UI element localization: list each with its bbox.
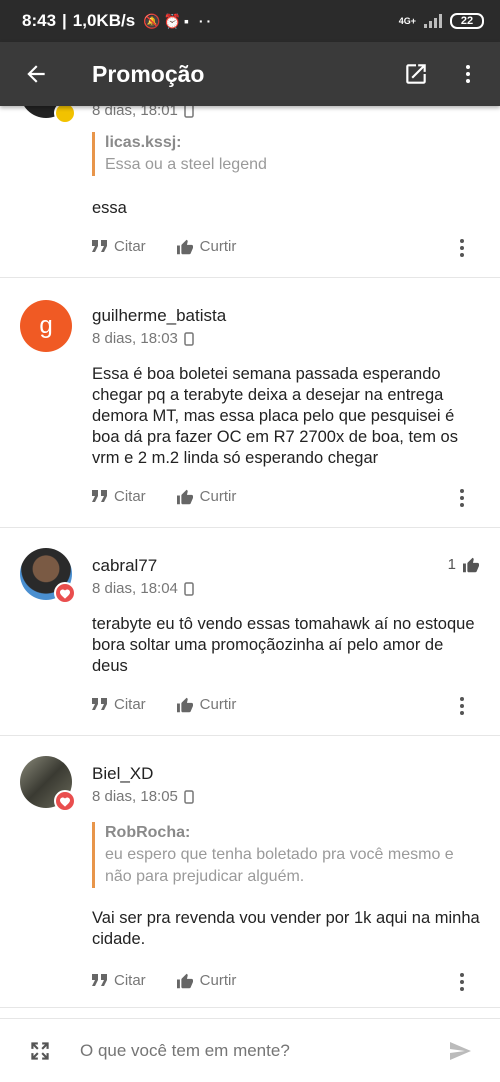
quote-icon [92,973,107,986]
comment-actions: Citar Curtir [92,972,266,989]
arrow-left-icon [27,65,45,83]
signal-label: 4G+ [398,16,416,26]
send-button[interactable] [420,1039,500,1063]
comment-more-button[interactable] [452,486,472,510]
quote-icon [92,239,107,252]
thumbs-up-icon [176,697,193,712]
like-count: 1 [448,556,480,573]
phone-icon [184,581,194,596]
comment-item: Biel_XD 8 dias, 18:05 RobRocha: eu esper… [0,736,500,1008]
status-time: 8:43 [22,11,57,30]
comment-time: 8 dias, 18:01 [92,106,178,119]
more-vert-icon [466,65,470,83]
thumbs-up-icon [176,239,193,254]
send-icon [450,1041,471,1060]
comment-more-button[interactable] [452,970,472,994]
signal-icon [424,14,442,28]
comment-time: 8 dias, 18:05 [92,788,178,805]
comment-body: essa [92,199,127,217]
comment-time: 8 dias, 18:03 [92,330,178,347]
comment-actions: Citar Curtir [92,238,266,255]
more-vert-icon [460,697,464,715]
cite-button[interactable]: Citar [92,972,146,989]
comment-body: terabyte eu tô vendo essas tomahawk aí n… [92,615,475,675]
more-vert-icon [460,489,464,507]
phone-icon [184,106,194,118]
page-title: Promoção [92,60,205,87]
status-net-speed: 1,0KB/s [72,11,136,30]
heart-badge-icon [54,582,76,604]
expand-composer-button[interactable] [0,1038,80,1064]
avatar[interactable]: g [20,300,72,352]
comment-input[interactable] [80,1040,420,1061]
comment-meta: 8 dias, 18:01 [92,106,194,119]
comment-meta: 8 dias, 18:03 [92,330,194,347]
comment-body: Vai ser pra revenda vou vender por 1k aq… [92,909,480,948]
phone-icon [184,331,194,346]
expand-icon [31,1041,49,1060]
more-vert-icon [460,239,464,257]
thumbs-up-icon [176,973,193,988]
status-bar: 8:43 | 1,0KB/s 🔕⏰▪ ·· 4G+ 22 [0,0,500,42]
quote-author: licas.kssj: [105,134,182,151]
comment-actions: Citar Curtir [92,696,266,713]
cite-button[interactable]: Citar [92,488,146,505]
notification-icons: 🔕⏰▪ ·· [143,12,215,29]
open-in-new-icon [406,64,426,84]
back-button[interactable] [0,61,72,87]
more-options-button[interactable] [442,42,494,106]
comment-item: cabral77 1 8 dias, 18:04 terabyte eu tô … [0,528,500,736]
comment-composer [0,1018,500,1082]
comment-list: 8 dias, 18:01 licas.kssj: Essa ou a stee… [0,106,500,1018]
cite-button[interactable]: Citar [92,238,146,255]
comment-more-button[interactable] [452,694,472,718]
comment-username[interactable]: Biel_XD [92,764,153,784]
like-button[interactable]: Curtir [176,972,236,989]
comment-username[interactable]: cabral77 [92,556,157,576]
quote-text: Essa ou a steel legend [105,156,267,173]
comment-username[interactable]: guilherme_batista [92,306,226,326]
avatar-letter: g [39,312,53,339]
quote-icon [92,489,107,502]
comment-actions: Citar Curtir [92,488,266,505]
comment-body: Essa é boa boletei semana passada espera… [92,365,458,467]
app-bar: Promoção [0,42,500,106]
comment-time: 8 dias, 18:04 [92,580,178,597]
comment-item: g guilherme_batista 8 dias, 18:03 Essa é… [0,278,500,528]
quote-author: RobRocha: [105,824,191,841]
comment-item: 8 dias, 18:01 licas.kssj: Essa ou a stee… [0,106,500,278]
cite-button[interactable]: Citar [92,696,146,713]
quote-text: eu espero que tenha boletado pra você me… [105,846,454,885]
comment-meta: 8 dias, 18:05 [92,788,194,805]
badge-icon [54,106,76,124]
open-external-button[interactable] [390,42,442,106]
comment-meta: 8 dias, 18:04 [92,580,194,597]
quoted-reply: RobRocha: eu espero que tenha boletado p… [92,822,472,888]
thumbs-up-icon [176,489,193,504]
phone-icon [184,789,194,804]
like-button[interactable]: Curtir [176,696,236,713]
quote-icon [92,697,107,710]
battery-icon: 22 [450,13,484,29]
comment-more-button[interactable] [452,236,472,260]
like-button[interactable]: Curtir [176,488,236,505]
heart-badge-icon [54,790,76,812]
thumbs-up-icon [463,557,479,572]
quoted-reply: licas.kssj: Essa ou a steel legend [92,132,472,176]
like-button[interactable]: Curtir [176,238,236,255]
more-vert-icon [460,973,464,991]
